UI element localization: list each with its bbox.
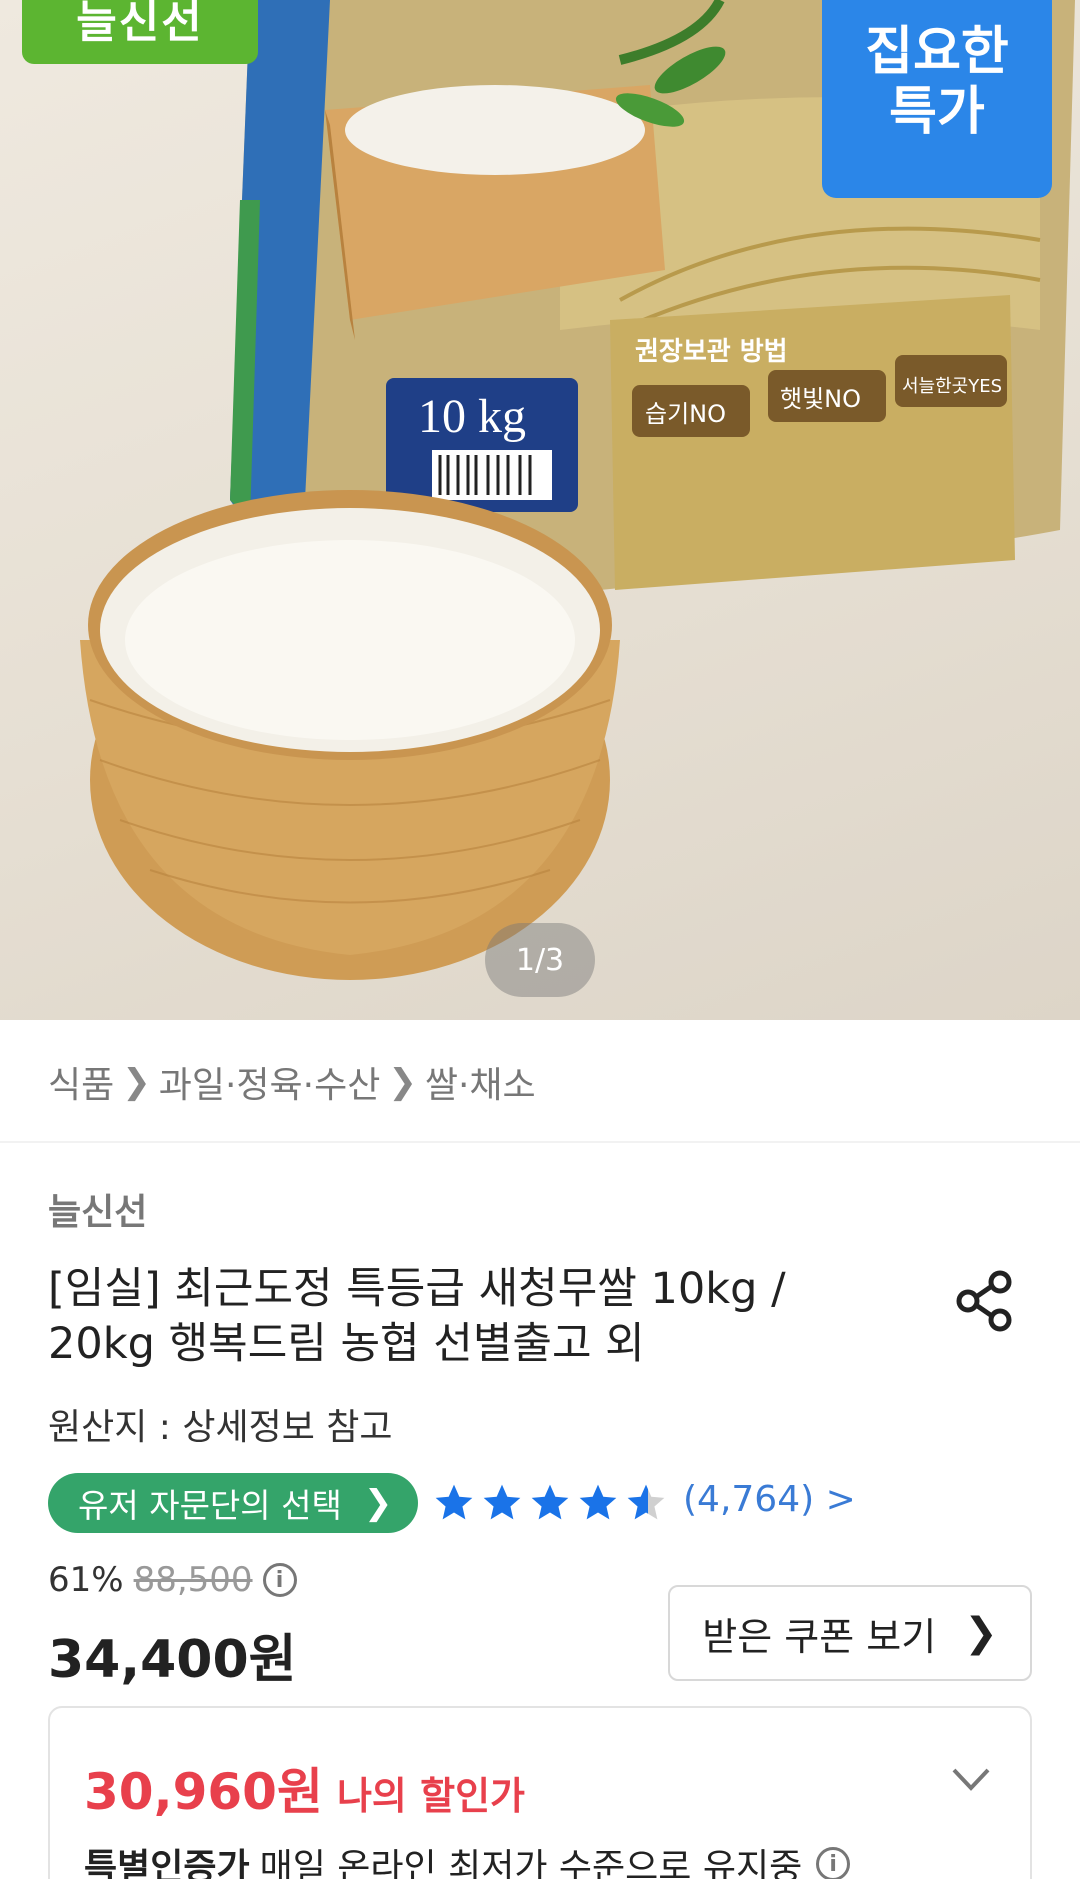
bag-weight-label: 10 kg	[418, 390, 526, 443]
review-count-link[interactable]: (4,764) >	[683, 1479, 856, 1520]
my-discount-price: 30,960원	[84, 1763, 323, 1821]
product-title: [임실] 최근도정 특등급 새청무쌀 10kg / 20kg 행복드림 농협 선…	[48, 1264, 786, 1369]
review-count: (4,764)	[683, 1479, 815, 1520]
breadcrumb: 식품 ❯ 과일·정육·수산 ❯ 쌀·채소	[48, 1058, 536, 1106]
my-price-row: 30,960원 나의 할인가	[84, 1752, 525, 1824]
deal-badge-line1: 집요한	[865, 22, 1009, 82]
my-discount-label: 나의 할인가	[336, 1774, 525, 1818]
view-coupons-button[interactable]: 받은 쿠폰 보기 ❯	[668, 1585, 1032, 1681]
seller-name[interactable]: 늘신선	[48, 1183, 147, 1235]
star-rating[interactable]	[432, 1478, 672, 1528]
brand-badge-text: 늘신선	[76, 0, 204, 48]
star-icon	[531, 1484, 569, 1520]
storage-item-sunlight: 햇빛NO	[780, 385, 861, 413]
brand-badge: 늘신선	[22, 0, 258, 64]
star-icon	[579, 1484, 617, 1520]
discount-row: 61% 88,500 i	[48, 1560, 297, 1600]
advisor-badge-label: 유저 자문단의 선택	[78, 1486, 342, 1525]
product-image-carousel[interactable]: 10 kg 권장보관 방법 습기NO 햇빛NO 서늘한곳YES 늘신선 집요한 …	[0, 0, 1080, 1020]
chevron-right-icon: ❯	[388, 1062, 417, 1102]
user-advisor-choice-badge[interactable]: 유저 자문단의 선택 ❯	[48, 1473, 418, 1533]
half-star-icon	[627, 1484, 665, 1520]
my-discount-price-box[interactable]: 30,960원 나의 할인가 특별인증가 매일 온라인 최저가 수준으로 유지중…	[48, 1706, 1032, 1879]
coupon-button-label: 받은 쿠폰 보기	[702, 1614, 937, 1659]
info-icon[interactable]: i	[262, 1563, 297, 1597]
sale-price: 34,400원	[48, 1630, 297, 1690]
special-price-label: 특별인증가	[84, 1847, 250, 1879]
bag-storage-title: 권장보관 방법	[635, 337, 788, 367]
storage-item-cool-place: 서늘한곳YES	[902, 376, 1002, 397]
breadcrumb-item-food[interactable]: 식품	[48, 1056, 114, 1108]
share-icon[interactable]	[956, 1270, 1014, 1332]
storage-item-humidity: 습기NO	[645, 400, 726, 428]
image-pager: 1/3	[485, 923, 595, 997]
special-price-note: 특별인증가 매일 온라인 최저가 수준으로 유지중 i	[84, 1838, 851, 1879]
chevron-right-icon: ❯	[122, 1062, 151, 1102]
chevron-down-icon[interactable]	[950, 1764, 992, 1794]
section-divider	[0, 1141, 1080, 1143]
deal-badge: 집요한 특가	[822, 0, 1052, 198]
deal-badge-line2: 특가	[889, 82, 985, 142]
discount-rate: 61%	[48, 1560, 124, 1600]
original-price: 88,500	[133, 1560, 253, 1600]
breadcrumb-item-rice-vegetables[interactable]: 쌀·채소	[425, 1056, 536, 1108]
star-icon	[435, 1484, 473, 1520]
info-icon[interactable]: i	[816, 1847, 851, 1879]
origin-info: 원산지 : 상세정보 참고	[48, 1407, 393, 1448]
chevron-right-icon: >	[825, 1479, 856, 1520]
chevron-right-icon: ❯	[363, 1483, 393, 1523]
breadcrumb-item-fruit-meat-seafood[interactable]: 과일·정육·수산	[159, 1056, 381, 1108]
special-price-text: 매일 온라인 최저가 수준으로 유지중	[259, 1847, 803, 1879]
chevron-right-icon: ❯	[964, 1610, 998, 1656]
star-icon	[483, 1484, 521, 1520]
